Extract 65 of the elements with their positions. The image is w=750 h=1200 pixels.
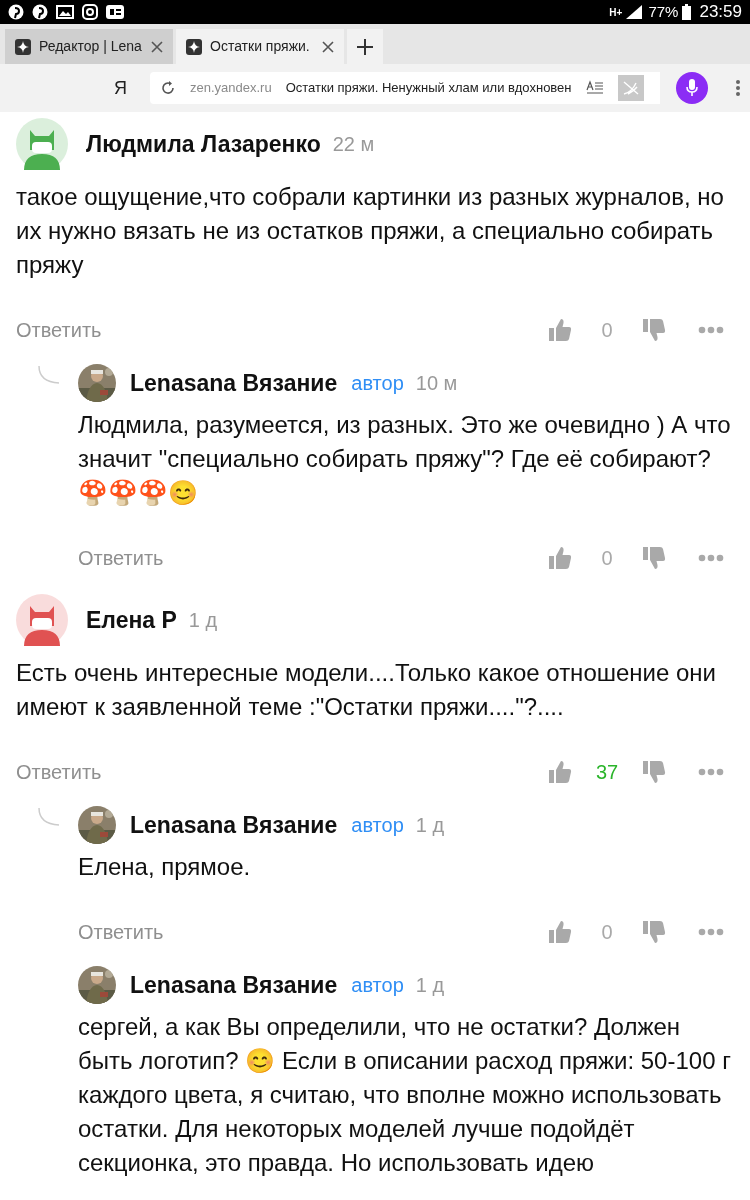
page-title: Остатки пряжи. Ненужный хлам или вдохновен (285, 79, 572, 98)
dislike-icon[interactable] (642, 545, 666, 571)
battery-icon (682, 4, 692, 20)
dislike-icon[interactable] (642, 317, 666, 343)
close-icon[interactable] (322, 40, 334, 53)
reload-icon[interactable] (160, 80, 176, 96)
menu-icon[interactable] (736, 80, 740, 96)
more-icon[interactable] (698, 326, 724, 334)
plus-icon (357, 38, 373, 55)
image-icon (56, 5, 74, 19)
new-tab-button[interactable] (347, 29, 383, 64)
like-count: 0 (600, 920, 614, 945)
browser-tab[interactable]: Редактор | Lena (5, 29, 173, 64)
voice-button[interactable] (676, 72, 708, 104)
author-label: автор (351, 371, 404, 396)
author-label: автор (351, 813, 404, 838)
comment-time: 1 д (188, 608, 218, 633)
comment-time: 1 д (415, 973, 445, 998)
camera-icon (82, 4, 98, 20)
comment-text: Людмила, разумеется, из разных. Это же очевидно ) А что значит "специально собирать пряжу"? Где её собирают? 🍄🍄🍄😊 (77, 410, 732, 508)
address-bar[interactable]: zen.yandex.ru Остатки пряжи. Ненужный хлам или вдохновен (150, 72, 660, 104)
thread-line (37, 808, 61, 828)
microphone-icon (686, 79, 698, 97)
comment-text: сергей, а как Вы определили, что не остатки? Должен быть логотип? 😊 Если в описании расход пряжи: 50-100 г каждого цвета, я считаю, что вполне можно использовать остатки. Для некоторых моделей лучше подойдёт секционка, это правда. Но использовать идею (77, 1012, 732, 1178)
battery-percent: 77% (648, 1, 679, 22)
author-name[interactable]: Людмила Лазаренко (86, 126, 321, 162)
star-icon (15, 38, 31, 55)
like-count: 37 (594, 760, 620, 785)
like-count: 0 (600, 318, 614, 343)
tab-title: Редактор | Lena (39, 37, 143, 56)
author-name[interactable]: Lenasana Вязание (130, 967, 338, 1003)
comment-time: 10 м (415, 371, 458, 396)
dislike-icon[interactable] (642, 759, 666, 785)
browser-tab[interactable]: Остатки пряжи. (176, 29, 344, 64)
comment-time: 22 м (332, 132, 375, 157)
like-icon[interactable] (548, 317, 572, 343)
comment-text: Елена, прямое. (77, 852, 252, 882)
close-icon[interactable] (151, 40, 163, 53)
reader-icon[interactable] (585, 80, 604, 96)
dislike-icon[interactable] (642, 919, 666, 945)
more-icon[interactable] (698, 768, 724, 776)
network-type: H+ (609, 5, 623, 20)
like-icon[interactable] (548, 759, 572, 785)
author-name[interactable]: Lenasana Вязание (130, 365, 338, 401)
author-label: автор (351, 973, 404, 998)
tab-title: Остатки пряжи. (210, 37, 311, 56)
like-icon[interactable] (548, 545, 572, 571)
more-icon[interactable] (698, 554, 724, 562)
more-icon[interactable] (698, 928, 724, 936)
yandex-logo[interactable]: Я (114, 74, 150, 102)
author-name[interactable]: Lenasana Вязание (130, 807, 338, 843)
comment-time: 1 д (415, 813, 445, 838)
signal-off-icon (621, 81, 640, 95)
turbo-button[interactable] (617, 75, 644, 101)
comment-text: Есть очень интересные модели....Только какое отношение они имеют к заявленной теме :"Остатки пряжи...."?.... (15, 658, 717, 722)
comment-text: такое ощущение,что собрали картинки из разных журналов, но их нужно вязать не из остатков пряжи, а специально собирать пряжу (15, 182, 725, 280)
url-domain: zen.yandex.ru (190, 79, 272, 98)
author-name[interactable]: Елена Р (86, 602, 177, 638)
like-icon[interactable] (548, 919, 572, 945)
signal-icon (626, 5, 643, 19)
clock: 23:59 (699, 1, 742, 24)
thread-line (37, 366, 61, 386)
app-icon (106, 5, 124, 19)
star-icon (186, 38, 202, 55)
like-count: 0 (600, 546, 614, 571)
